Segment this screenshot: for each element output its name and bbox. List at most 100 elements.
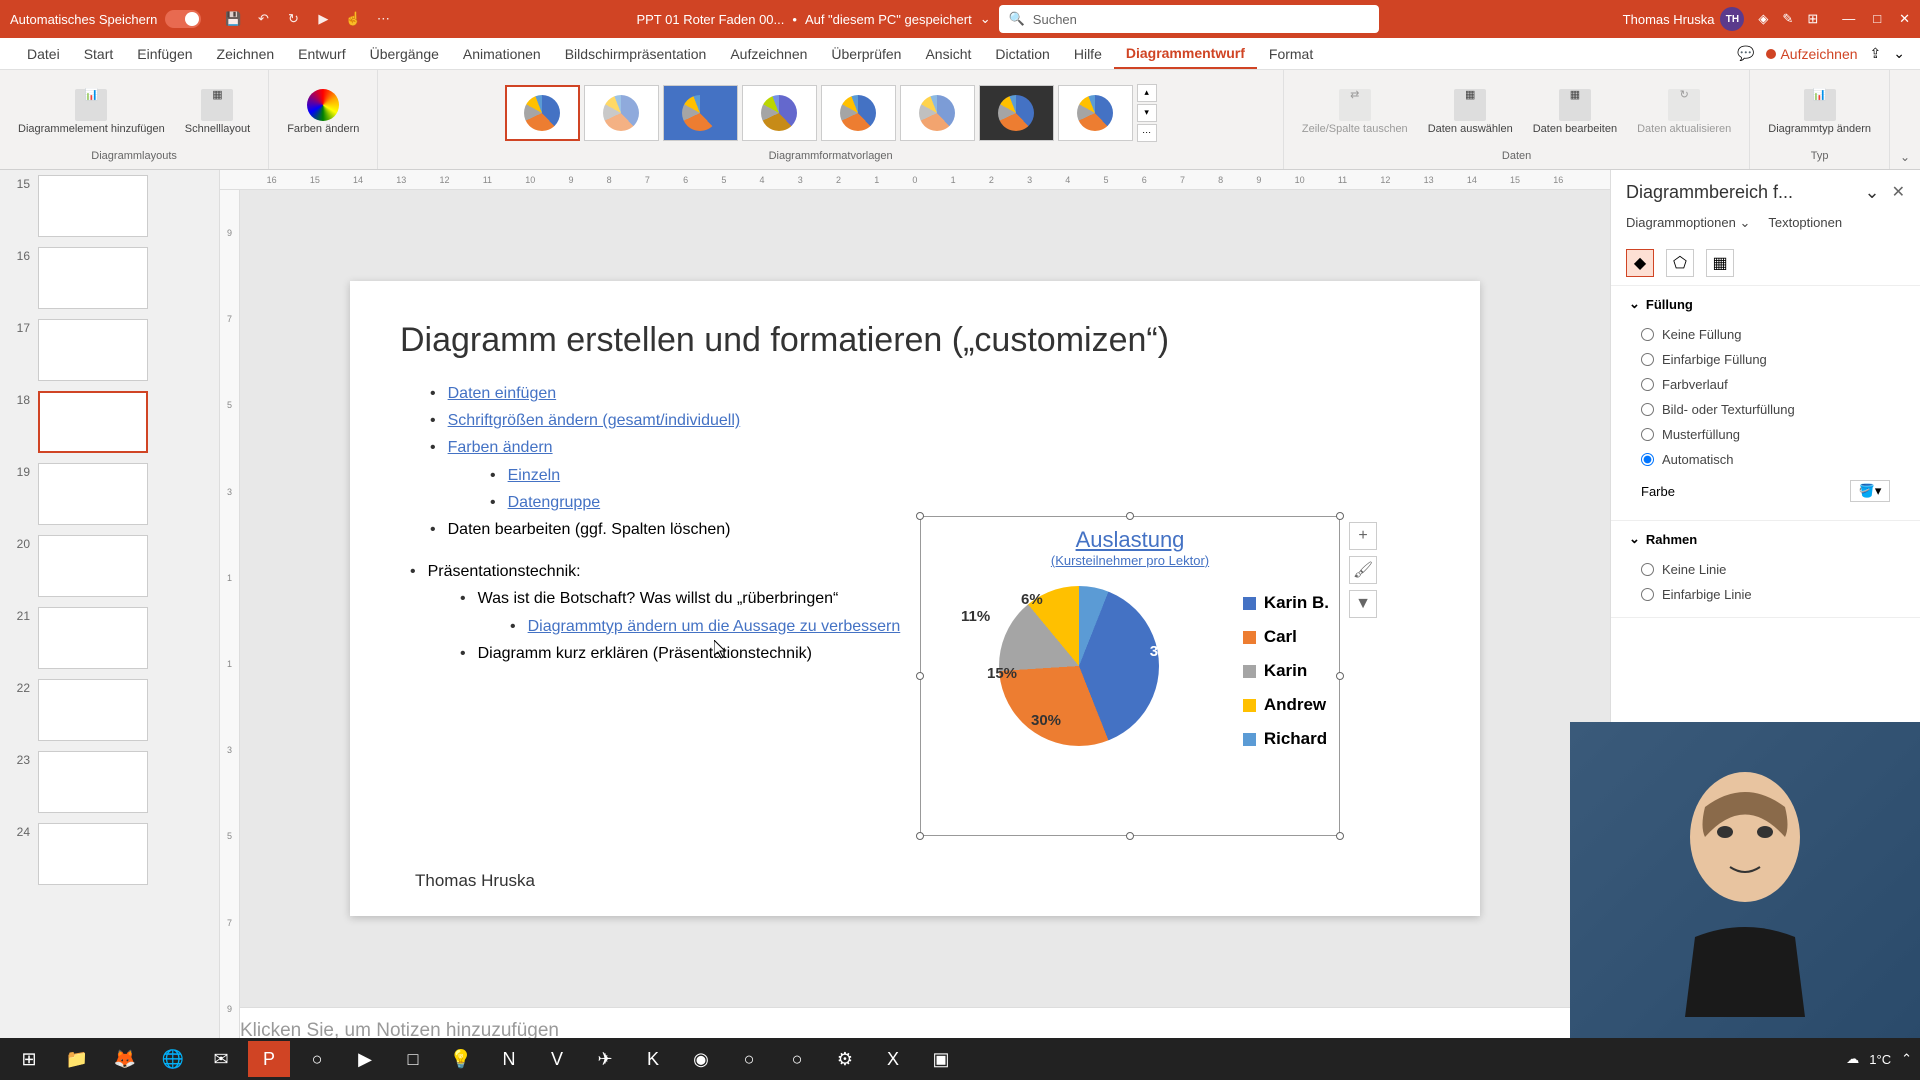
firefox-icon[interactable]: 🦊 — [104, 1041, 146, 1077]
thumb-slide-21[interactable]: 21 — [10, 607, 209, 669]
app-icon[interactable]: 💡 — [440, 1041, 482, 1077]
style-gallery[interactable]: ▴▾⋯ — [505, 75, 1157, 150]
chrome-icon[interactable]: 🌐 — [152, 1041, 194, 1077]
redo-icon[interactable]: ↻ — [284, 10, 302, 28]
thumb-slide-23[interactable]: 23 — [10, 751, 209, 813]
chart-title[interactable]: Auslastung — [921, 517, 1339, 553]
legend-item[interactable]: Richard — [1243, 729, 1329, 749]
tab-animationen[interactable]: Animationen — [451, 40, 553, 68]
share-icon[interactable]: ⇪ — [1870, 45, 1882, 62]
chart-subtitle[interactable]: (Kursteilnehmer pro Lektor) — [921, 553, 1339, 568]
thumb-slide-20[interactable]: 20 — [10, 535, 209, 597]
more-icon[interactable]: ⋯ — [374, 10, 392, 28]
start-icon[interactable]: ⊞ — [8, 1041, 50, 1077]
radio-no-line[interactable]: Keine Linie — [1629, 557, 1902, 582]
slide-title[interactable]: Diagramm erstellen und formatieren („cus… — [400, 321, 1430, 360]
gallery-down-icon[interactable]: ▾ — [1137, 104, 1157, 122]
outlook-icon[interactable]: ✉ — [200, 1041, 242, 1077]
search-box[interactable]: 🔍 Suchen — [999, 5, 1379, 33]
chevron-down-icon[interactable]: ⌄ — [1893, 45, 1905, 62]
legend-item[interactable]: Karin B. — [1243, 593, 1329, 613]
radio-solid-fill[interactable]: Einfarbige Füllung — [1629, 347, 1902, 372]
size-icon[interactable]: ▦ — [1706, 249, 1734, 277]
gallery-more-icon[interactable]: ⋯ — [1137, 124, 1157, 142]
tab-aufzeichnen[interactable]: Aufzeichnen — [718, 40, 819, 68]
app-icon[interactable]: ○ — [776, 1041, 818, 1077]
chart-brush-icon[interactable]: 🖌 — [1349, 556, 1377, 584]
autosave-toggle[interactable]: Automatisches Speichern — [10, 10, 201, 28]
thumb-slide-19[interactable]: 19 — [10, 463, 209, 525]
tab-einfügen[interactable]: Einfügen — [125, 40, 204, 68]
chevron-down-icon[interactable]: ⌄ — [980, 11, 991, 27]
tab-datei[interactable]: Datei — [15, 40, 72, 68]
undo-icon[interactable]: ↶ — [254, 10, 272, 28]
refresh-data-button[interactable]: ↻Daten aktualisieren — [1629, 85, 1739, 140]
tab-start[interactable]: Start — [72, 40, 126, 68]
app-icon[interactable]: ○ — [728, 1041, 770, 1077]
tab-ansicht[interactable]: Ansicht — [913, 40, 983, 68]
thumb-slide-22[interactable]: 22 — [10, 679, 209, 741]
chevron-down-icon[interactable]: ⌄ — [1865, 182, 1880, 203]
thumb-slide-16[interactable]: 16 — [10, 247, 209, 309]
excel-icon[interactable]: X — [872, 1041, 914, 1077]
radio-solid-line[interactable]: Einfarbige Linie — [1629, 582, 1902, 607]
tab-format[interactable]: Format — [1257, 40, 1325, 68]
radio-no-fill[interactable]: Keine Füllung — [1629, 322, 1902, 347]
user-account[interactable]: Thomas Hruska TH — [1623, 7, 1745, 31]
tab-chart-options[interactable]: Diagrammoptionen ⌄ — [1626, 215, 1750, 231]
tab-text-options[interactable]: Textoptionen — [1768, 215, 1842, 231]
minimize-icon[interactable]: — — [1842, 11, 1855, 27]
radio-texture-fill[interactable]: Bild- oder Texturfüllung — [1629, 397, 1902, 422]
app-icon[interactable]: □ — [392, 1041, 434, 1077]
thumb-slide-17[interactable]: 17 — [10, 319, 209, 381]
color-picker-button[interactable]: 🪣▾ — [1850, 480, 1890, 502]
tab-diagrammentwurf[interactable]: Diagrammentwurf — [1114, 39, 1257, 69]
settings-icon[interactable]: ⚙ — [824, 1041, 866, 1077]
pen-icon[interactable]: ✎ — [1782, 11, 1793, 27]
chart-plus-icon[interactable]: + — [1349, 522, 1377, 550]
tab-übergänge[interactable]: Übergänge — [358, 40, 451, 68]
save-icon[interactable]: 💾 — [224, 10, 242, 28]
border-section[interactable]: ⌄ Rahmen — [1629, 531, 1902, 547]
app-icon[interactable]: V — [536, 1041, 578, 1077]
powerpoint-icon[interactable]: P — [248, 1041, 290, 1077]
legend-item[interactable]: Karin — [1243, 661, 1329, 681]
legend-item[interactable]: Andrew — [1243, 695, 1329, 715]
thumb-slide-24[interactable]: 24 — [10, 823, 209, 885]
radio-pattern-fill[interactable]: Musterfüllung — [1629, 422, 1902, 447]
diamond-icon[interactable]: ◈ — [1758, 11, 1768, 27]
telegram-icon[interactable]: ✈ — [584, 1041, 626, 1077]
slide-author[interactable]: Thomas Hruska — [415, 871, 535, 891]
tab-hilfe[interactable]: Hilfe — [1062, 40, 1114, 68]
radio-gradient-fill[interactable]: Farbverlauf — [1629, 372, 1902, 397]
thumb-slide-15[interactable]: 15 — [10, 175, 209, 237]
maximize-icon[interactable]: □ — [1873, 11, 1881, 27]
tab-dictation[interactable]: Dictation — [983, 40, 1061, 68]
app-icon[interactable]: ▣ — [920, 1041, 962, 1077]
effects-icon[interactable]: ⬠ — [1666, 249, 1694, 277]
select-data-button[interactable]: ▦Daten auswählen — [1420, 85, 1521, 140]
close-icon[interactable]: ✕ — [1899, 11, 1910, 27]
tray-chevron-icon[interactable]: ⌃ — [1901, 1051, 1912, 1067]
colors-button[interactable]: Farben ändern — [279, 85, 367, 140]
filename[interactable]: PPT 01 Roter Faden 00... — [636, 12, 784, 27]
explorer-icon[interactable]: 📁 — [56, 1041, 98, 1077]
add-element-button[interactable]: 📊Diagrammelement hinzufügen — [10, 85, 173, 140]
tab-zeichnen[interactable]: Zeichnen — [205, 40, 287, 68]
comments-icon[interactable]: 💬 — [1737, 45, 1754, 62]
quicklayout-button[interactable]: ▦Schnelllayout — [177, 85, 258, 140]
onenote-icon[interactable]: N — [488, 1041, 530, 1077]
app-icon[interactable]: ○ — [296, 1041, 338, 1077]
tab-überprüfen[interactable]: Überprüfen — [819, 40, 913, 68]
touch-icon[interactable]: ☝ — [344, 10, 362, 28]
slide-canvas[interactable]: Diagramm erstellen und formatieren („cus… — [350, 281, 1480, 916]
tab-bildschirmpräsentation[interactable]: Bildschirmpräsentation — [553, 40, 719, 68]
app-icon[interactable]: K — [632, 1041, 674, 1077]
edit-data-button[interactable]: ▦Daten bearbeiten — [1525, 85, 1625, 140]
tab-entwurf[interactable]: Entwurf — [286, 40, 357, 68]
radio-auto-fill[interactable]: Automatisch — [1629, 447, 1902, 472]
collapse-ribbon-icon[interactable]: ⌄ — [1900, 150, 1910, 164]
swap-rowcol-button[interactable]: ⇄Zeile/Spalte tauschen — [1294, 85, 1416, 140]
fill-line-icon[interactable]: ◆ — [1626, 249, 1654, 277]
app-icon[interactable]: ▶ — [344, 1041, 386, 1077]
